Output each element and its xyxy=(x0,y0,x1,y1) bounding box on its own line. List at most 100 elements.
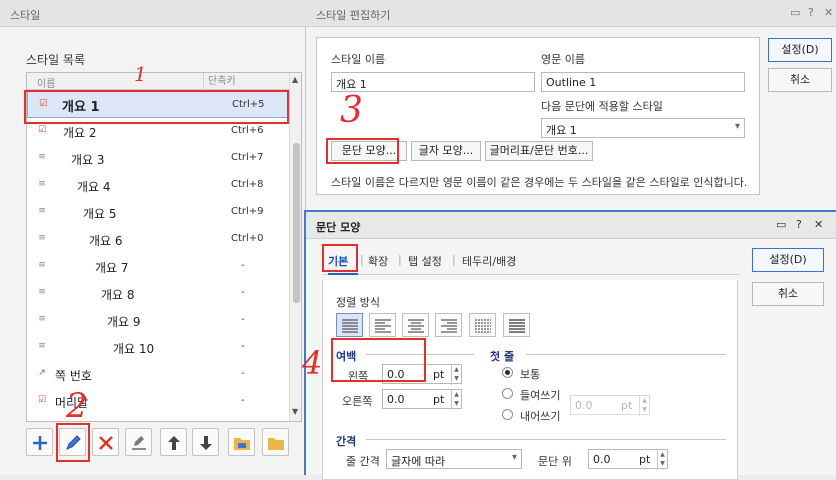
first-line-value: 0.0 xyxy=(575,399,593,412)
right-margin-label: 오른쪽 xyxy=(342,395,373,408)
style-list-item[interactable]: ≡ 개요 4 Ctrl+8 xyxy=(27,172,289,199)
edit-ok-button[interactable]: 설정(D) xyxy=(768,38,832,62)
highlight-para-shape-button xyxy=(326,138,399,164)
para-above-input[interactable]: 0.0 pt ▲ ▼ xyxy=(588,449,668,470)
spacing-section-title: 간격 xyxy=(336,435,357,448)
left-margin-unit: pt xyxy=(433,368,445,381)
line-spacing-value: 글자에 따라 xyxy=(391,455,446,468)
first-line-indent-radio[interactable] xyxy=(502,388,513,399)
active-tab-indicator xyxy=(328,273,358,275)
bullet-numbering-button[interactable]: 글머리표/문단 번호... xyxy=(485,141,593,161)
style-list-item[interactable]: ↗ 쪽 번호 - xyxy=(27,361,289,388)
style-format-button[interactable] xyxy=(125,428,152,456)
edit-style-title: 스타일 편집하기 xyxy=(316,9,391,22)
paragraph-cancel-button[interactable]: 취소 xyxy=(752,282,824,306)
style-shortcut: - xyxy=(241,314,245,325)
style-list-item[interactable]: ≡ 개요 7 - xyxy=(27,253,289,280)
align-justify-button[interactable] xyxy=(336,313,363,337)
style-list-label: 스타일 목록 xyxy=(26,53,86,67)
scroll-up-icon[interactable]: ▲ xyxy=(292,75,298,84)
style-list-scrollbar[interactable]: ▲ ▼ xyxy=(289,73,301,421)
char-shape-button[interactable]: 글자 모양... xyxy=(411,141,481,161)
style-list[interactable]: 이름 단축키 ☑ 개요 1 Ctrl+5 ☑ 개요 2 Ctrl+6 ≡ 개요 3 Ctrl+7… xyxy=(26,72,302,422)
style-name-input[interactable]: 개요 1 xyxy=(331,72,535,92)
style-list-item[interactable]: ≡ 개요 6 Ctrl+0 xyxy=(27,226,289,253)
close-icon[interactable]: ✕ xyxy=(814,218,823,231)
open-folder-button[interactable] xyxy=(262,428,289,456)
add-style-button[interactable] xyxy=(26,428,53,456)
scroll-down-icon[interactable]: ▼ xyxy=(292,407,298,416)
style-shortcut: - xyxy=(241,260,245,271)
tab-divider xyxy=(322,274,740,275)
right-margin-input[interactable]: 0.0 pt ▲ ▼ xyxy=(382,389,462,410)
style-list-item[interactable]: ≡ 개요 8 - xyxy=(27,280,289,307)
first-line-indent-label[interactable]: 들여쓰기 xyxy=(520,387,560,403)
style-list-header: 이름 단축키 xyxy=(27,73,289,90)
next-style-value: 개요 1 xyxy=(546,124,577,137)
style-list-item[interactable]: ≡ 개요 5 Ctrl+9 xyxy=(27,199,289,226)
move-up-button[interactable] xyxy=(160,428,187,456)
paragraph-ok-button[interactable]: 설정(D) xyxy=(752,248,824,272)
align-justify-icon xyxy=(342,319,358,333)
help-icon[interactable]: ? xyxy=(796,218,802,231)
style-name: 개요 5 xyxy=(83,207,117,221)
style-shortcut: Ctrl+6 xyxy=(231,125,264,136)
edit-cancel-button[interactable]: 취소 xyxy=(768,68,832,92)
style-shortcut: Ctrl+9 xyxy=(231,206,264,217)
right-margin-unit: pt xyxy=(433,393,445,406)
highlight-margin-left xyxy=(331,338,426,382)
minimize-icon[interactable]: ▭ xyxy=(790,6,800,19)
style-name: 개요 7 xyxy=(95,261,129,275)
style-name: 개요 6 xyxy=(89,234,123,248)
eng-name-input[interactable]: Outline 1 xyxy=(541,72,745,92)
checked-style-icon: ☑ xyxy=(37,125,47,135)
line-spacing-select[interactable]: 글자에 따라 xyxy=(386,449,522,469)
style-rows: ☑ 개요 1 Ctrl+5 ☑ 개요 2 Ctrl+6 ≡ 개요 3 Ctrl+7 ≡ 개요 4 Ct… xyxy=(27,91,289,415)
tab-tab-settings[interactable]: 탭 설정 xyxy=(408,253,442,269)
highlight-edit-button xyxy=(56,423,90,462)
delete-style-button[interactable] xyxy=(92,428,119,456)
style-shortcut: - xyxy=(241,287,245,298)
paragraph-shape-titlebar: 문단 모양 ▭ ? ✕ xyxy=(306,212,836,239)
import-style-button[interactable] xyxy=(228,428,255,456)
right-margin-value: 0.0 xyxy=(387,393,405,406)
align-distribute-button[interactable] xyxy=(469,313,496,337)
minimize-icon[interactable]: ▭ xyxy=(776,218,786,231)
column-header-shortcut[interactable]: 단축키 xyxy=(203,73,236,90)
style-list-item[interactable]: ≡ 개요 10 - xyxy=(27,334,289,361)
move-down-button[interactable] xyxy=(192,428,219,456)
style-dialog-title: 스타일 xyxy=(10,9,41,22)
scroll-thumb[interactable] xyxy=(293,143,300,303)
first-line-normal-label[interactable]: 보통 xyxy=(520,366,540,382)
right-margin-spinner[interactable]: ▲ ▼ xyxy=(451,390,461,410)
first-line-outdent-radio[interactable] xyxy=(502,409,513,420)
first-line-outdent-label[interactable]: 내어쓰기 xyxy=(520,408,560,424)
align-center-button[interactable] xyxy=(402,313,429,337)
tab-border-background[interactable]: 테두리/배경 xyxy=(462,253,516,269)
close-icon[interactable]: ✕ xyxy=(824,6,833,19)
highlight-outline1-row xyxy=(24,90,289,124)
style-list-item[interactable]: ≡ 개요 3 Ctrl+7 xyxy=(27,145,289,172)
align-left-button[interactable] xyxy=(369,313,396,337)
paragraph-style-icon: ≡ xyxy=(38,206,46,216)
left-margin-spinner[interactable]: ▲ ▼ xyxy=(451,365,461,385)
tab-separator: | xyxy=(398,253,402,266)
tab-extended[interactable]: 확장 xyxy=(368,253,388,269)
paragraph-shape-title: 문단 모양 xyxy=(316,221,361,234)
style-name: 개요 3 xyxy=(71,153,105,167)
first-line-value-input[interactable]: 0.0 pt ▲ ▼ xyxy=(570,395,650,416)
next-style-select[interactable]: 개요 1 xyxy=(541,118,745,138)
para-above-spinner[interactable]: ▲ ▼ xyxy=(657,450,667,470)
style-name: 개요 2 xyxy=(63,126,97,140)
align-right-button[interactable] xyxy=(435,313,462,337)
style-list-item[interactable]: ≡ 개요 9 - xyxy=(27,307,289,334)
first-line-spinner[interactable]: ▲ ▼ xyxy=(639,396,649,416)
first-line-normal-radio[interactable] xyxy=(502,367,513,378)
align-divide-button[interactable] xyxy=(503,313,530,337)
paragraph-style-icon: ≡ xyxy=(38,314,46,324)
move-up-icon xyxy=(168,436,180,450)
style-shortcut: Ctrl+7 xyxy=(231,152,264,163)
help-icon[interactable]: ? xyxy=(808,6,814,19)
style-name: 개요 4 xyxy=(77,180,111,194)
column-header-name[interactable]: 이름 xyxy=(37,75,55,90)
